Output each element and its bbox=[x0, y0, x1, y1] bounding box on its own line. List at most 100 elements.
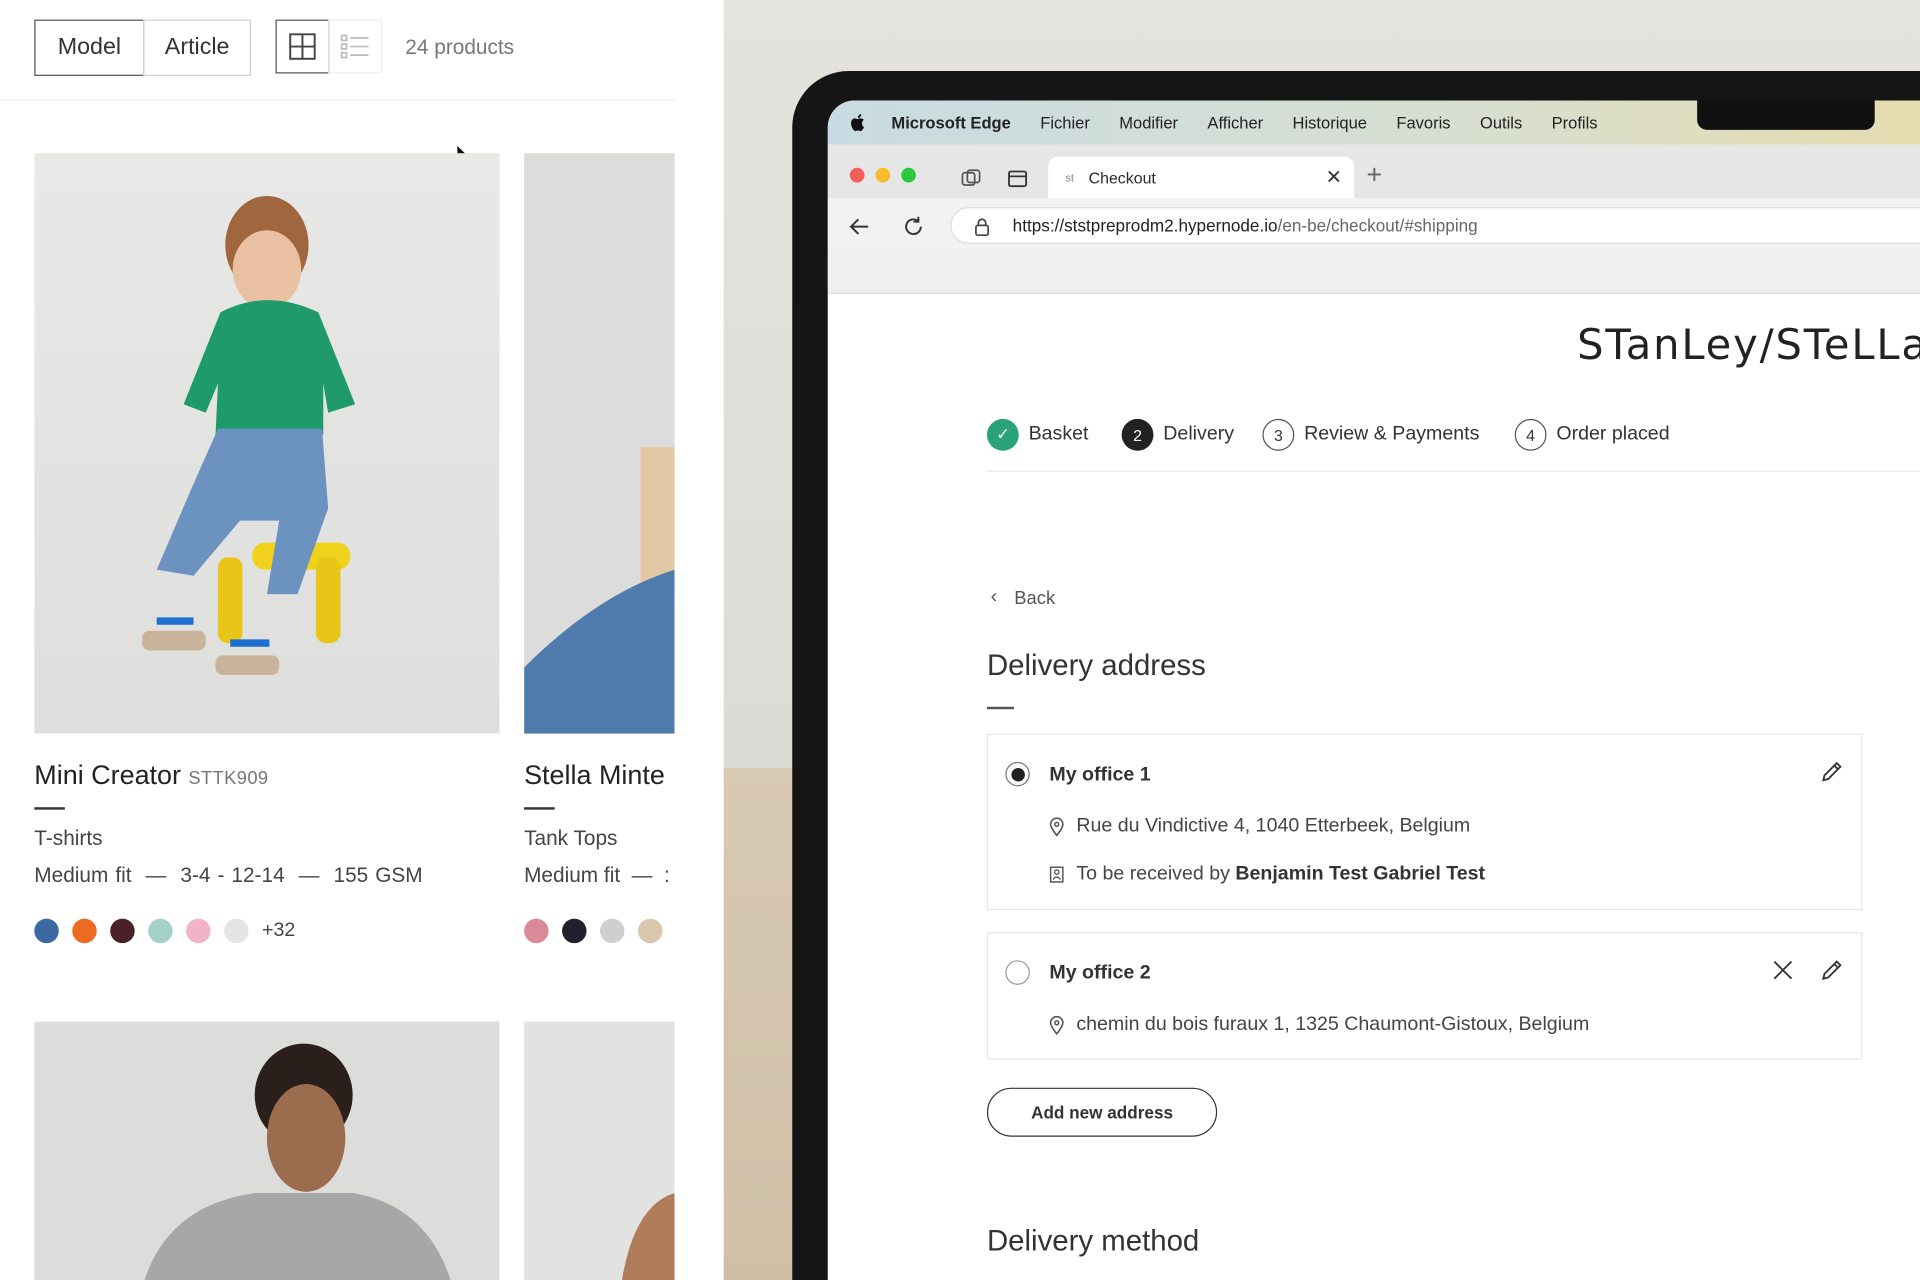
step-basket[interactable]: ✓ Basket bbox=[986, 418, 1089, 451]
step-label: Order placed bbox=[1556, 423, 1670, 445]
menu-item-historique[interactable]: Historique bbox=[1293, 113, 1367, 131]
tab-checkout[interactable]: st Checkout ✕ bbox=[1048, 156, 1355, 199]
catalog-toolbar: Model Article 24 products bbox=[0, 0, 675, 101]
color-swatch[interactable] bbox=[148, 918, 173, 944]
window-minimize-button[interactable] bbox=[875, 167, 891, 183]
address-radio[interactable] bbox=[1005, 960, 1030, 985]
step-number: 3 bbox=[1262, 418, 1295, 451]
product-photo bbox=[524, 1021, 675, 1280]
chevron-left-icon: ‹ bbox=[990, 586, 998, 608]
product-name: Mini Creator bbox=[34, 759, 181, 791]
step-number: 4 bbox=[1514, 418, 1547, 451]
location-pin-icon bbox=[1049, 1015, 1064, 1036]
color-swatch[interactable] bbox=[34, 918, 59, 944]
product-card[interactable] bbox=[34, 153, 500, 734]
menu-item-afficher[interactable]: Afficher bbox=[1207, 113, 1263, 131]
product-card[interactable] bbox=[524, 1021, 675, 1280]
delete-x-icon[interactable] bbox=[1771, 958, 1795, 982]
more-colors-count[interactable]: +32 bbox=[262, 920, 295, 942]
menu-item-modifier[interactable]: Modifier bbox=[1119, 113, 1178, 131]
address-card[interactable]: My office 1 Rue du Vindictive 4, 1040 Et… bbox=[986, 733, 1863, 911]
apple-logo-icon bbox=[851, 114, 865, 132]
product-category: T-shirts bbox=[34, 826, 103, 851]
location-pin-icon bbox=[1049, 817, 1064, 837]
menu-item-app[interactable]: Microsoft Edge bbox=[891, 113, 1010, 131]
article-toggle[interactable]: Article bbox=[143, 19, 252, 76]
step-number: 2 bbox=[1121, 418, 1154, 451]
back-arrow-icon[interactable] bbox=[847, 214, 871, 238]
window-maximize-button[interactable] bbox=[901, 167, 916, 183]
delivery-address-title: Delivery address bbox=[986, 649, 1206, 683]
step-delivery[interactable]: 2 Delivery bbox=[1121, 418, 1234, 451]
edit-pencil-icon[interactable] bbox=[1820, 958, 1844, 982]
step-order-placed: 4 Order placed bbox=[1514, 418, 1670, 451]
product-card[interactable] bbox=[524, 153, 675, 734]
color-swatches bbox=[524, 918, 663, 944]
step-label: Basket bbox=[1028, 423, 1089, 445]
brand-logo[interactable]: STanLey/STeLLa bbox=[1577, 321, 1920, 370]
window-close-button[interactable] bbox=[849, 167, 865, 183]
edit-pencil-icon[interactable] bbox=[1820, 759, 1844, 783]
color-swatch[interactable] bbox=[186, 918, 211, 944]
back-link[interactable]: ‹ Back bbox=[991, 587, 1056, 609]
address-card[interactable]: My office 2 chemin du bois furaux 1, 132… bbox=[986, 932, 1863, 1060]
product-category: Tank Tops bbox=[524, 826, 618, 851]
address-street-text: chemin du bois furaux 1, 1325 Chaumont-G… bbox=[1076, 1014, 1590, 1036]
color-swatch[interactable] bbox=[524, 918, 549, 944]
divider bbox=[524, 807, 555, 810]
product-image-model bbox=[622, 1193, 675, 1280]
product-image-tank-top bbox=[524, 447, 675, 734]
divider bbox=[34, 807, 65, 810]
new-tab-icon[interactable]: + bbox=[1367, 159, 1383, 191]
address-street: Rue du Vindictive 4, 1040 Etterbeek, Bel… bbox=[1049, 816, 1470, 838]
product-code: STTK909 bbox=[188, 768, 269, 789]
color-swatch[interactable] bbox=[224, 918, 249, 944]
url-path: /en-be/checkout/#shipping bbox=[1277, 215, 1478, 236]
product-photo bbox=[34, 153, 500, 734]
menu-item-outils[interactable]: Outils bbox=[1480, 113, 1522, 131]
toolbar-spacer bbox=[827, 249, 1920, 294]
back-label: Back bbox=[1014, 587, 1056, 609]
tab-close-icon[interactable]: ✕ bbox=[1326, 165, 1342, 189]
list-view-button[interactable] bbox=[328, 19, 383, 74]
product-specs: Medium fit — 3-4 - 12-14 — 155 GSM bbox=[34, 863, 423, 887]
model-toggle[interactable]: Model bbox=[34, 19, 145, 76]
id-card-icon bbox=[1049, 866, 1064, 883]
tab-title: Checkout bbox=[1088, 168, 1156, 187]
delivery-method-title: Delivery method bbox=[986, 1224, 1200, 1258]
catalog-panel: Model Article 24 products Mini Creator S… bbox=[0, 0, 675, 1280]
product-count: 24 products bbox=[405, 35, 515, 59]
product-image-man-in-tshirt bbox=[144, 1043, 451, 1280]
address-bar[interactable]: https://ststpreprodm2.hypernode.io/en-be… bbox=[950, 207, 1920, 244]
color-swatch[interactable] bbox=[562, 918, 587, 944]
grid-view-button[interactable] bbox=[275, 19, 330, 74]
steps-divider bbox=[986, 470, 1920, 472]
address-street: chemin du bois furaux 1, 1325 Chaumont-G… bbox=[1049, 1014, 1589, 1036]
color-swatch[interactable] bbox=[72, 918, 97, 944]
tab-favicon: st bbox=[1065, 171, 1074, 184]
list-view-icon bbox=[340, 34, 369, 59]
color-swatch[interactable] bbox=[637, 918, 663, 944]
workspaces-icon[interactable] bbox=[960, 168, 982, 190]
refresh-icon[interactable] bbox=[901, 214, 925, 238]
add-new-address-button[interactable]: Add new address bbox=[986, 1087, 1218, 1137]
address-radio[interactable] bbox=[1005, 761, 1030, 787]
color-swatch[interactable] bbox=[110, 918, 135, 944]
tab-actions-icon[interactable] bbox=[1007, 168, 1029, 190]
laptop-screen: Microsoft Edge Fichier Modifier Afficher… bbox=[827, 100, 1920, 1280]
menu-item-profils[interactable]: Profils bbox=[1552, 113, 1598, 131]
address-name: My office 1 bbox=[1049, 764, 1151, 786]
product-photo bbox=[34, 1021, 500, 1280]
menu-item-favoris[interactable]: Favoris bbox=[1396, 113, 1450, 131]
product-card[interactable] bbox=[34, 1021, 500, 1280]
grid-view-icon bbox=[289, 33, 316, 60]
address-name: My office 2 bbox=[1049, 962, 1151, 984]
url-host: https://ststpreprodm2.hypernode.io bbox=[1012, 215, 1278, 236]
product-name[interactable]: Stella Minte bbox=[524, 759, 665, 791]
menu-item-fichier[interactable]: Fichier bbox=[1040, 113, 1090, 131]
step-review-payments: 3 Review & Payments bbox=[1262, 418, 1479, 451]
camera-notch bbox=[1697, 100, 1875, 130]
color-swatch[interactable] bbox=[600, 918, 625, 944]
product-title[interactable]: Mini Creator STTK909 bbox=[34, 759, 268, 791]
lock-icon bbox=[975, 218, 990, 237]
